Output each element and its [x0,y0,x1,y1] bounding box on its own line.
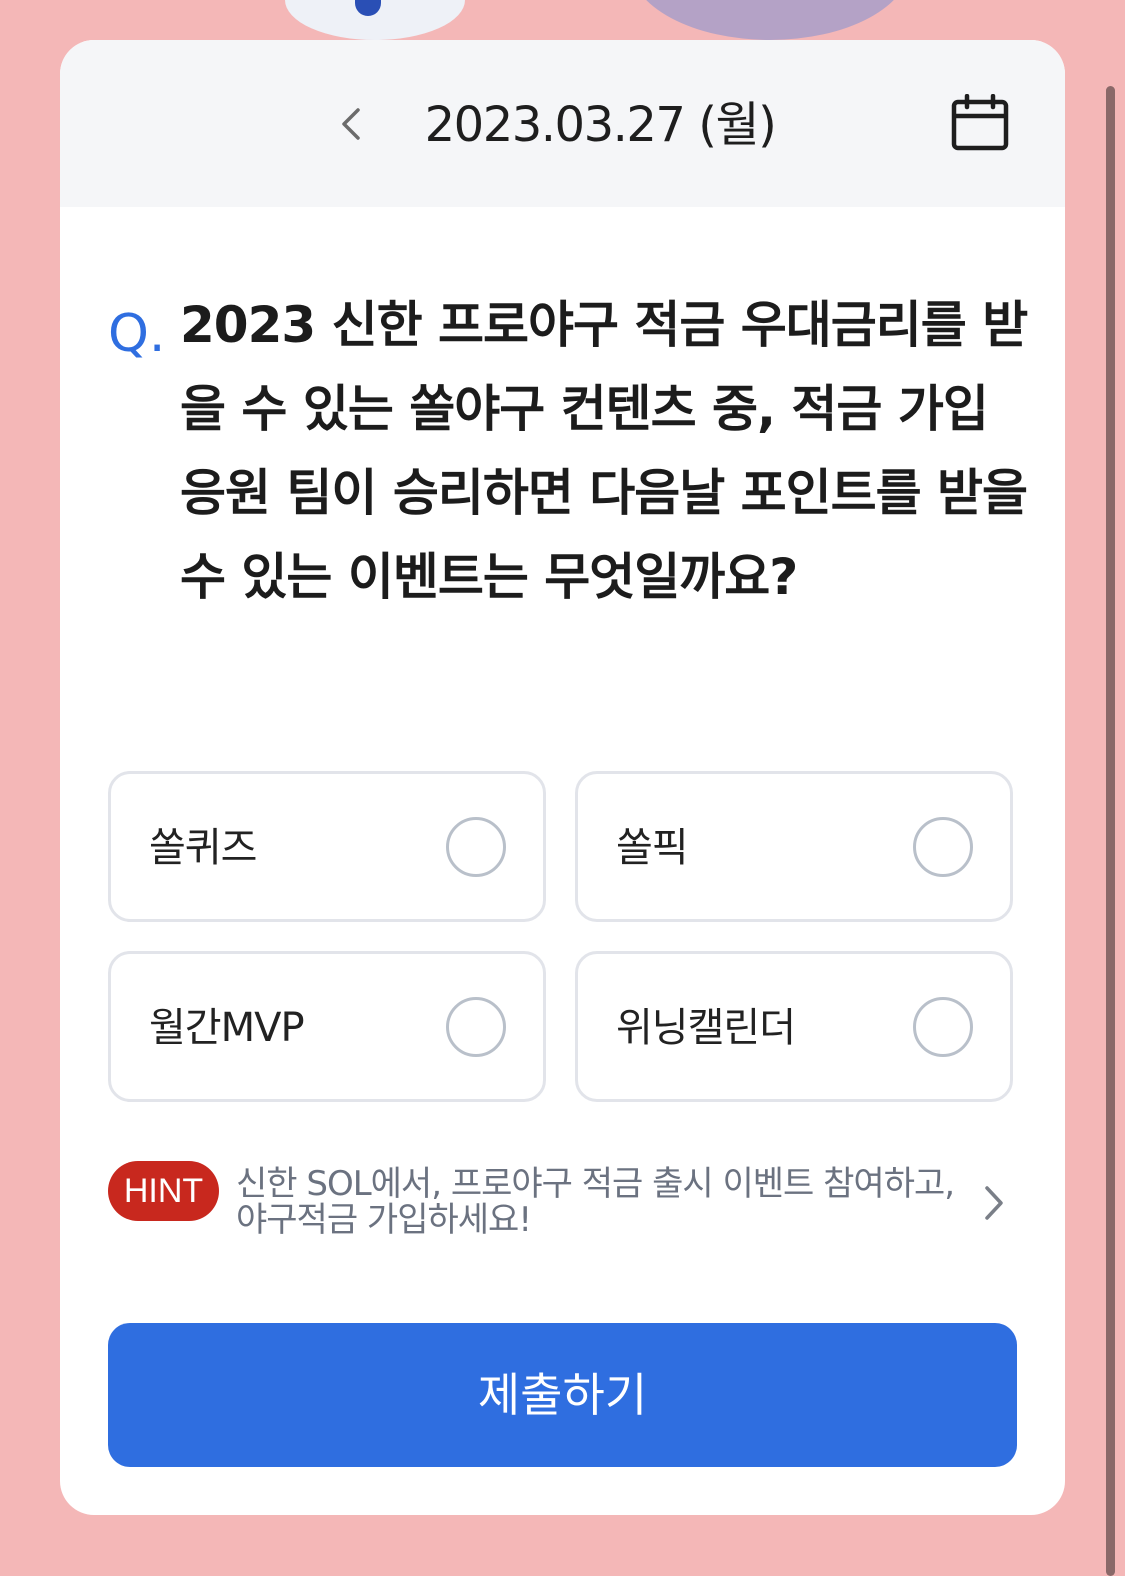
hint-link-button[interactable] [978,1180,1008,1226]
submit-button[interactable]: 제출하기 [108,1323,1017,1467]
scrollbar[interactable] [1106,86,1115,1576]
date-header: 2023.03.27 (월) [60,40,1065,207]
option-label: 쏠픽 [616,825,689,871]
question-text: 2023 신한 프로야구 적금 우대금리를 받을 수 있는 쏠야구 컨텐츠 중,… [180,296,1028,606]
option-winning-calendar[interactable]: 위닝캘린더 [575,951,1013,1102]
chevron-right-icon [985,1186,1003,1220]
hint-text[interactable]: 신한 SOL에서, 프로야구 적금 출시 이벤트 참여하고, 야구적금 가입하세… [236,1166,966,1238]
quiz-card: 2023.03.27 (월) Q. 2023 신한 프로야구 적금 우대금리를 … [60,40,1065,1515]
option-monthly-mvp[interactable]: 월간MVP [108,951,546,1102]
current-date: 2023.03.27 (월) [424,97,777,153]
option-label: 쏠퀴즈 [149,825,257,871]
radio-circle-icon[interactable] [446,817,506,877]
radio-circle-icon[interactable] [446,997,506,1057]
decorative-ball [630,0,910,40]
question-marker: Q. [108,304,166,364]
chevron-left-icon [342,108,360,140]
calendar-button[interactable] [950,93,1010,154]
option-label: 위닝캘린더 [616,1005,796,1051]
hint-badge: HINT [108,1161,219,1221]
option-label: 월간MVP [149,1005,305,1051]
option-sol-pick[interactable]: 쏠픽 [575,771,1013,922]
prev-date-button[interactable] [332,102,372,146]
option-sol-quiz[interactable]: 쏠퀴즈 [108,771,546,922]
radio-circle-icon[interactable] [913,997,973,1057]
radio-circle-icon[interactable] [913,817,973,877]
calendar-icon [951,93,1009,151]
